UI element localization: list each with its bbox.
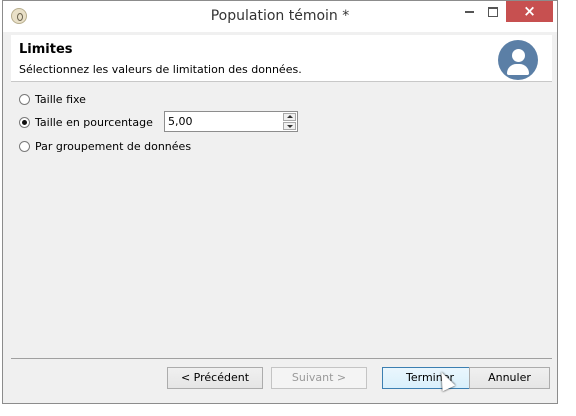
maximize-icon[interactable] xyxy=(483,1,503,22)
percentage-stepper[interactable]: 5,00 xyxy=(164,111,298,132)
radio-button[interactable] xyxy=(19,93,30,105)
footer-divider xyxy=(11,358,552,359)
percentage-value[interactable]: 5,00 xyxy=(168,115,193,128)
stepper-down-icon[interactable] xyxy=(283,122,296,130)
radio-percentage-size-label: Taille en pourcentage xyxy=(35,115,153,129)
page-title: Limites xyxy=(19,42,73,57)
radio-button[interactable] xyxy=(19,140,30,152)
radio-percentage-size[interactable]: Taille en pourcentage xyxy=(19,114,153,130)
radio-fixed-size[interactable]: Taille fixe xyxy=(19,91,86,107)
options-panel: Taille fixe Taille en pourcentage 5,00 P… xyxy=(11,82,552,357)
next-button[interactable]: Suivant > xyxy=(271,367,367,389)
radio-data-grouping[interactable]: Par groupement de données xyxy=(19,138,191,154)
finish-button[interactable]: Terminer xyxy=(382,367,478,389)
stepper-up-icon[interactable] xyxy=(283,113,296,121)
user-avatar-icon xyxy=(498,40,538,80)
previous-button[interactable]: < Précédent xyxy=(167,367,263,389)
cancel-button[interactable]: Annuler xyxy=(469,367,550,389)
radio-fixed-size-label: Taille fixe xyxy=(35,92,86,106)
radio-button-selected[interactable] xyxy=(19,116,30,128)
close-icon[interactable]: × xyxy=(506,1,553,22)
radio-data-grouping-label: Par groupement de données xyxy=(35,139,192,153)
page-subtitle: Sélectionnez les valeurs de limitation d… xyxy=(19,63,302,76)
dialog-window: Population témoin * × Limites Sélectionn… xyxy=(2,0,558,404)
minimize-icon[interactable] xyxy=(459,1,479,22)
wizard-header: Limites Sélectionnez les valeurs de limi… xyxy=(11,35,552,82)
title-bar[interactable]: Population témoin * × xyxy=(3,1,557,32)
